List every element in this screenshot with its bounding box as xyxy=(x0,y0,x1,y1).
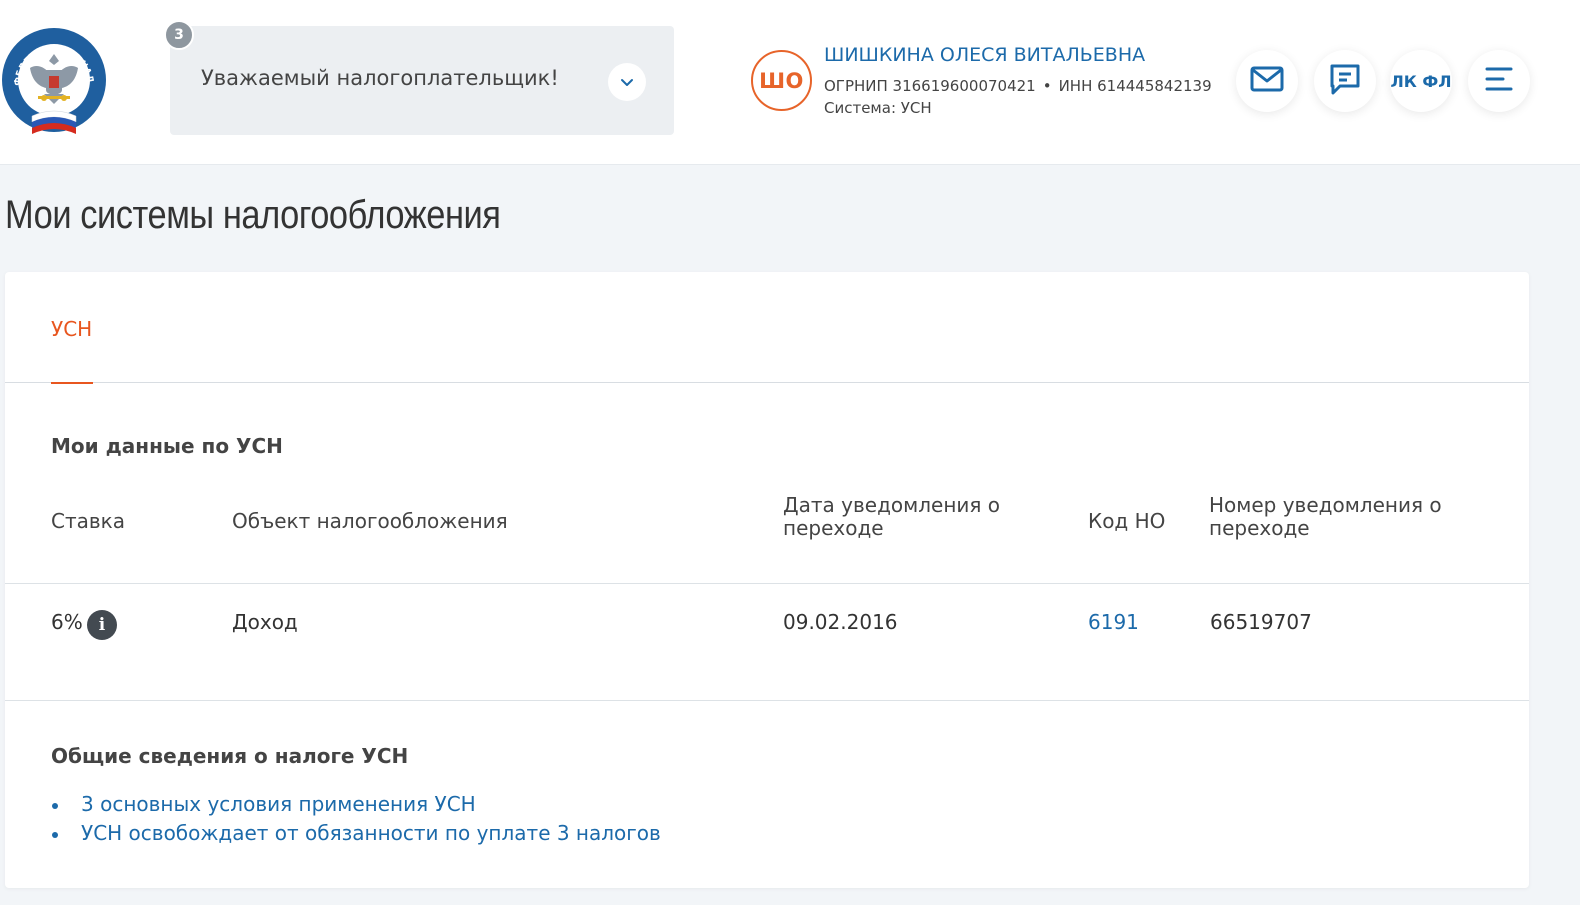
tab-usn[interactable]: УСН xyxy=(51,317,94,384)
list-item: 3 основных условия применения УСН xyxy=(51,792,661,821)
user-avatar[interactable]: ШО xyxy=(751,50,812,111)
chat-button[interactable] xyxy=(1314,50,1376,112)
user-tax-system: Система: УСН xyxy=(824,99,932,117)
cell-code-link[interactable]: 6191 xyxy=(1088,610,1139,634)
info-icon[interactable]: i xyxy=(87,610,117,640)
column-header-date: Дата уведомления о переходе xyxy=(783,494,1000,540)
column-header-date-line1: Дата уведомления о xyxy=(783,493,1001,517)
link-usn-conditions[interactable]: 3 основных условия применения УСН xyxy=(81,792,476,816)
ids-separator: • xyxy=(1042,77,1052,95)
column-header-code: Код НО xyxy=(1088,509,1166,533)
chat-icon xyxy=(1328,62,1362,100)
tab-bar: УСН xyxy=(5,272,1529,384)
messages-button[interactable] xyxy=(1236,50,1298,112)
menu-button[interactable] xyxy=(1468,50,1530,112)
cell-date: 09.02.2016 xyxy=(783,610,898,634)
notice-count-badge: 3 xyxy=(164,20,194,50)
link-usn-exemption[interactable]: УСН освобождает от обязанности по уплате… xyxy=(81,821,661,845)
column-header-object: Объект налогообложения xyxy=(232,509,508,533)
tax-systems-card: УСН Мои данные по УСН Ставка Объект нало… xyxy=(5,272,1529,888)
general-section-title: Общие сведения о налоге УСН xyxy=(51,744,409,768)
chevron-down-icon[interactable] xyxy=(608,63,646,101)
column-header-rate: Ставка xyxy=(51,509,125,533)
lk-fl-label: ЛК ФЛ xyxy=(1390,71,1452,91)
lk-fl-button[interactable]: ЛК ФЛ xyxy=(1390,50,1452,112)
page-title: Мои системы налогообложения xyxy=(5,193,501,237)
user-name[interactable]: ШИШКИНА ОЛЕСЯ ВИТАЛЬЕВНА xyxy=(824,44,1145,66)
taxpayer-notice-dropdown[interactable]: 3 Уважаемый налогоплательщик! xyxy=(164,20,674,135)
column-header-date-line2: переходе xyxy=(783,516,884,540)
user-inn: ИНН 614445842139 xyxy=(1058,77,1212,95)
user-ogrnip: ОГРНИП 316619600070421 xyxy=(824,77,1036,95)
usn-section-title: Мои данные по УСН xyxy=(51,434,283,458)
cell-object: Доход xyxy=(232,610,298,634)
general-links-list: 3 основных условия применения УСН УСН ос… xyxy=(51,792,661,850)
column-header-number-line1: Номер уведомления о xyxy=(1209,493,1442,517)
hamburger-icon xyxy=(1484,65,1514,97)
list-item: УСН освобождает от обязанности по уплате… xyxy=(51,821,661,850)
column-header-number: Номер уведомления о переходе xyxy=(1209,494,1442,540)
envelope-icon xyxy=(1250,66,1284,96)
header: ФЕДЕРАЛЬНАЯ НАЛОГОВАЯ СЛУЖБА 3 xyxy=(0,0,1580,165)
user-ids: ОГРНИП 316619600070421 • ИНН 614445842139 xyxy=(824,77,1212,95)
notice-text: Уважаемый налогоплательщик! xyxy=(201,66,559,90)
cell-rate: 6% xyxy=(51,610,83,634)
column-header-number-line2: переходе xyxy=(1209,516,1310,540)
table-header-divider xyxy=(5,583,1529,584)
table-row-divider xyxy=(5,700,1529,701)
fns-logo[interactable]: ФЕДЕРАЛЬНАЯ НАЛОГОВАЯ СЛУЖБА xyxy=(0,17,108,136)
cell-number: 66519707 xyxy=(1210,610,1312,634)
